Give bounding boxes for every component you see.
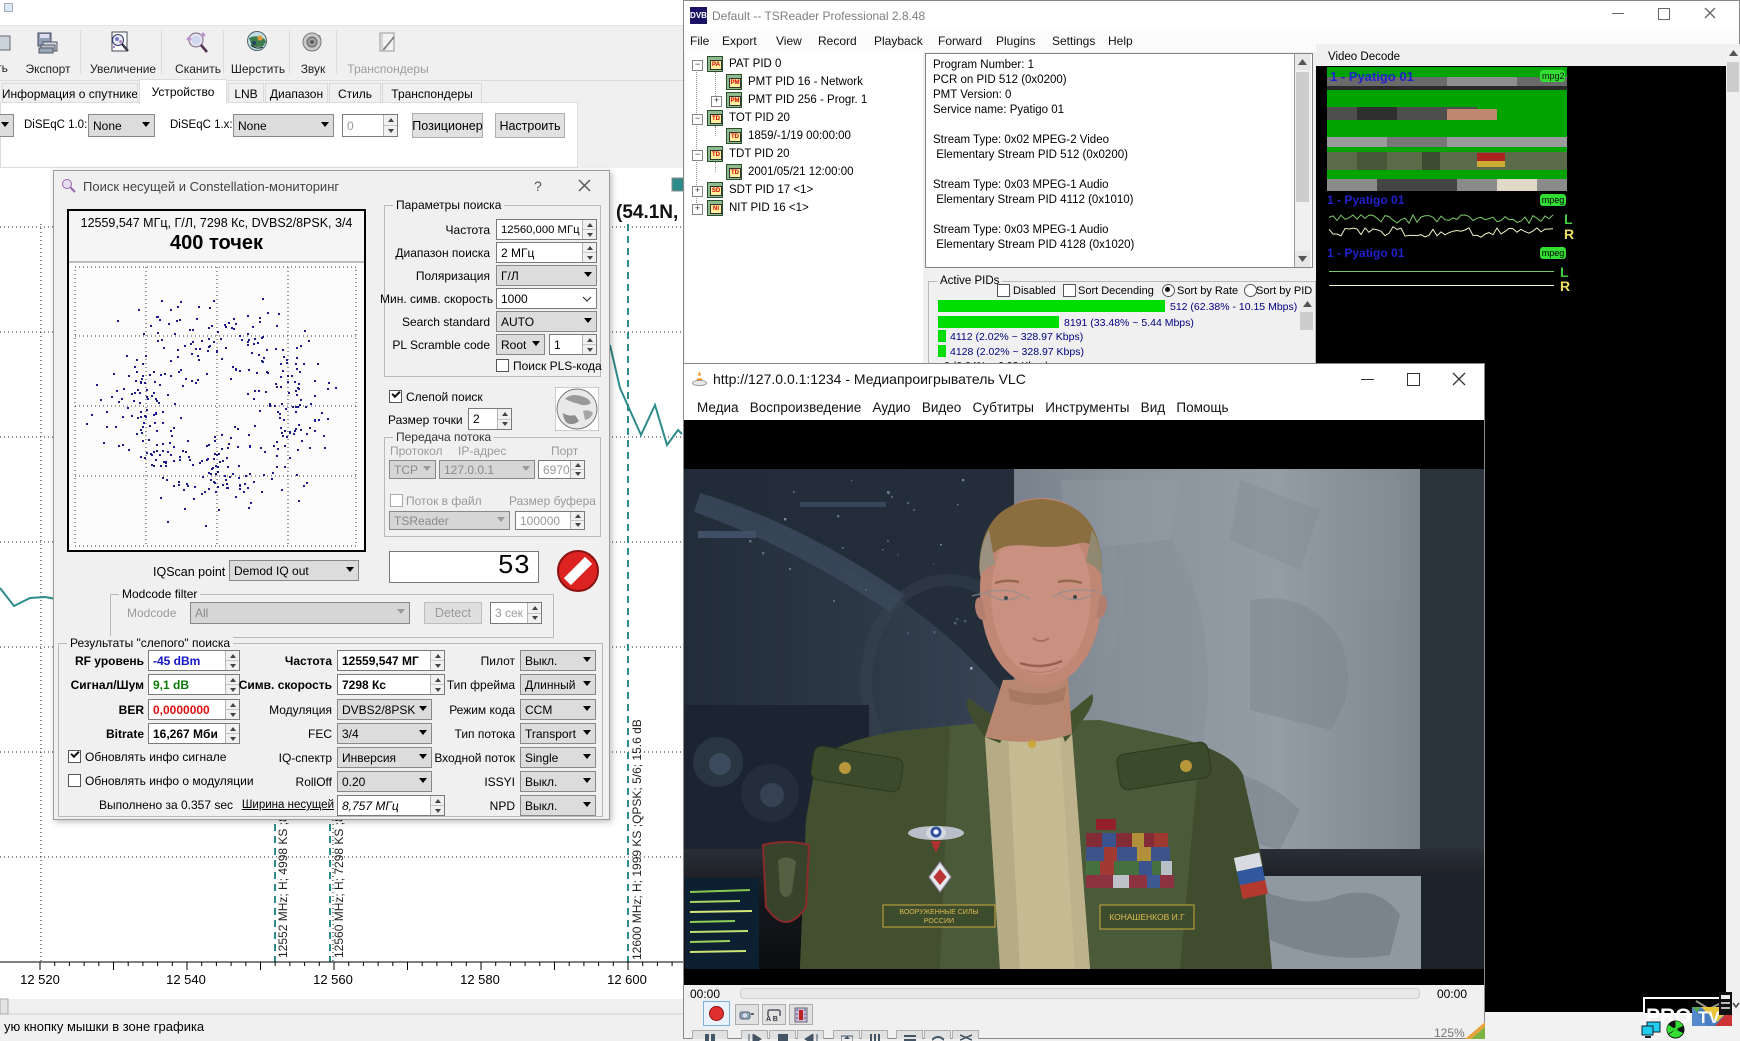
svg-text:12 580: 12 580 [460, 972, 500, 987]
svg-text:12 600: 12 600 [607, 972, 647, 987]
svg-text:12600 MHz; H; 1999 KS ;QPSK; 5: 12600 MHz; H; 1999 KS ;QPSK; 5/6; 15.6 d… [630, 719, 644, 960]
svg-text:1 - Pyatigo 01: 1 - Pyatigo 01 [1330, 69, 1414, 84]
svg-text:12560 MHz; H; 7298 KS ;8P: 12560 MHz; H; 7298 KS ;8P [332, 807, 346, 958]
svg-text:ВООРУЖЕННЫЕ СИЛЫ: ВООРУЖЕННЫЕ СИЛЫ [899, 909, 978, 916]
svg-text:mpg2: mpg2 [1542, 71, 1565, 81]
svg-text:РОССИИ: РОССИИ [924, 918, 954, 925]
svg-text:L: L [1564, 211, 1573, 227]
svg-text:TV: TV [1698, 1008, 1720, 1027]
svg-text:(54.1N,: (54.1N, [616, 202, 678, 223]
svg-text:ую кнопку мышки в зоне графика: ую кнопку мышки в зоне графика [4, 1019, 205, 1034]
svg-text:КОНАШЕНКОВ И.Г: КОНАШЕНКОВ И.Г [1109, 912, 1185, 922]
svg-text:12 540: 12 540 [166, 972, 206, 987]
svg-text:A B: A B [766, 1016, 778, 1022]
svg-text:12552 MHz; H; 4998 KS ;8P: 12552 MHz; H; 4998 KS ;8P [276, 807, 290, 958]
svg-text:12 520: 12 520 [20, 972, 60, 987]
svg-text:12 560: 12 560 [313, 972, 353, 987]
svg-text:R: R [1564, 226, 1574, 242]
